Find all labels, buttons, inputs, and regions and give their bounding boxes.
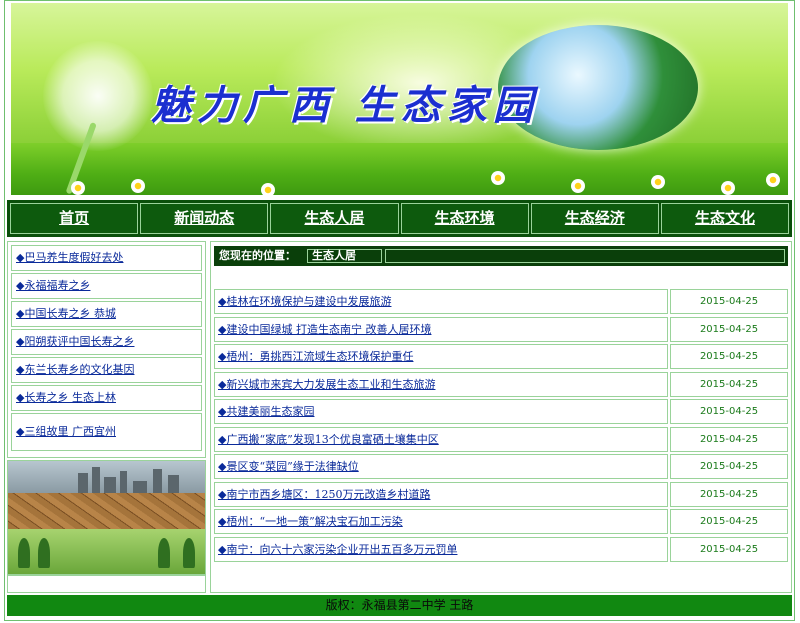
sidebar-links: ◆巴马养生度假好去处 ◆永福福寿之乡 ◆中国长寿之乡 恭城 ◆阳朔获评中国长寿之… bbox=[7, 241, 206, 458]
nav-eco-economy[interactable]: 生态经济 bbox=[530, 203, 659, 234]
sidebar-link[interactable]: ◆阳朔获评中国长寿之乡 bbox=[11, 329, 202, 355]
news-title-link[interactable]: ◆广西搬“家底”发现13个优良富硒土壤集中区 bbox=[214, 426, 668, 452]
dandelion-image bbox=[43, 41, 153, 151]
news-row: ◆广西搬“家底”发现13个优良富硒土壤集中区 2015-04-25 bbox=[214, 426, 788, 452]
nav-eco-culture[interactable]: 生态文化 bbox=[660, 203, 790, 234]
news-row: ◆桂林在环境保护与建设中发展旅游 2015-04-25 bbox=[214, 289, 788, 314]
nav-news[interactable]: 新闻动态 bbox=[140, 203, 269, 234]
news-date: 2015-04-25 bbox=[670, 371, 788, 397]
news-title-link[interactable]: ◆新兴城市来宾大力发展生态工业和生态旅游 bbox=[214, 371, 668, 397]
news-date: 2015-04-25 bbox=[670, 344, 788, 369]
news-date: 2015-04-25 bbox=[670, 509, 788, 534]
news-date: 2015-04-25 bbox=[670, 426, 788, 452]
field-photo bbox=[8, 529, 205, 574]
news-row: ◆新兴城市来宾大力发展生态工业和生态旅游 2015-04-25 bbox=[214, 371, 788, 397]
daisy-icon bbox=[651, 175, 665, 189]
news-row: ◆建设中国绿城 打造生态南宁 改善人居环境 2015-04-25 bbox=[214, 316, 788, 342]
news-row: ◆梧州：勇挑西江流域生态环境保护重任 2015-04-25 bbox=[214, 344, 788, 369]
location-bar: 您现在的位置： 生态人居 bbox=[214, 246, 788, 266]
news-title-link[interactable]: ◆桂林在环境保护与建设中发展旅游 bbox=[214, 289, 668, 314]
sidebar-link[interactable]: ◆三组故里 广西宜州 bbox=[11, 413, 202, 451]
news-title-link[interactable]: ◆南宁市西乡塘区：1250万元改造乡村道路 bbox=[214, 481, 668, 507]
nav-eco-living[interactable]: 生态人居 bbox=[270, 203, 399, 234]
sidebar-link[interactable]: ◆中国长寿之乡 恭城 bbox=[11, 301, 202, 327]
location-value: 生态人居 bbox=[307, 249, 382, 263]
news-row: ◆梧州：“一地一策”解决宝石加工污染 2015-04-25 bbox=[214, 509, 788, 534]
daisy-icon bbox=[131, 179, 145, 193]
banner-title: 魅力广西 生态家园 bbox=[151, 82, 539, 129]
footer-copyright: 版权：永福县第二中学 王路 bbox=[7, 595, 792, 616]
news-row: ◆南宁市西乡塘区：1250万元改造乡村道路 2015-04-25 bbox=[214, 481, 788, 507]
news-date: 2015-04-25 bbox=[670, 536, 788, 562]
location-filler bbox=[385, 249, 785, 263]
city-photo bbox=[8, 461, 205, 493]
news-title-link[interactable]: ◆南宁：向六十六家污染企业开出五百多万元罚单 bbox=[214, 536, 668, 562]
sidebar-link[interactable]: ◆长寿之乡 生态上林 bbox=[11, 385, 202, 411]
news-title-link[interactable]: ◆梧州：勇挑西江流域生态环境保护重任 bbox=[214, 344, 668, 369]
banner-grass bbox=[11, 143, 788, 195]
daisy-icon bbox=[571, 179, 585, 193]
main-content: 您现在的位置： 生态人居 ◆桂林在环境保护与建设中发展旅游 2015-04-25… bbox=[210, 241, 792, 593]
news-title-link[interactable]: ◆共建美丽生态家园 bbox=[214, 399, 668, 424]
location-label: 您现在的位置： bbox=[219, 249, 296, 262]
news-row: ◆共建美丽生态家园 2015-04-25 bbox=[214, 399, 788, 424]
news-date: 2015-04-25 bbox=[670, 316, 788, 342]
news-date: 2015-04-25 bbox=[670, 454, 788, 479]
news-date: 2015-04-25 bbox=[670, 481, 788, 507]
news-title-link[interactable]: ◆梧州：“一地一策”解决宝石加工污染 bbox=[214, 509, 668, 534]
daisy-icon bbox=[71, 181, 85, 195]
news-title-link[interactable]: ◆建设中国绿城 打造生态南宁 改善人居环境 bbox=[214, 316, 668, 342]
news-date: 2015-04-25 bbox=[670, 289, 788, 314]
news-date: 2015-04-25 bbox=[670, 399, 788, 424]
news-row: ◆南宁：向六十六家污染企业开出五百多万元罚单 2015-04-25 bbox=[214, 536, 788, 562]
nav-eco-environment[interactable]: 生态环境 bbox=[400, 203, 529, 234]
daisy-icon bbox=[261, 183, 275, 195]
sidebar-link[interactable]: ◆东兰长寿乡的文化基因 bbox=[11, 357, 202, 383]
sidebar-link[interactable]: ◆巴马养生度假好去处 bbox=[11, 245, 202, 271]
nav-home[interactable]: 首页 bbox=[10, 203, 139, 234]
sidebar-bottom-cell bbox=[7, 575, 206, 593]
dry-land-photo bbox=[8, 493, 205, 529]
sidebar-link[interactable]: ◆永福福寿之乡 bbox=[11, 273, 202, 299]
news-row: ◆景区变“菜园”缘于法律缺位 2015-04-25 bbox=[214, 454, 788, 479]
daisy-icon bbox=[766, 173, 780, 187]
sidebar-photo bbox=[7, 460, 206, 575]
header-banner: 魅力广西 生态家园 bbox=[11, 3, 788, 195]
daisy-icon bbox=[491, 171, 505, 185]
main-nav: 首页 新闻动态 生态人居 生态环境 生态经济 生态文化 bbox=[7, 200, 792, 237]
news-title-link[interactable]: ◆景区变“菜园”缘于法律缺位 bbox=[214, 454, 668, 479]
daisy-icon bbox=[721, 181, 735, 195]
news-list: ◆桂林在环境保护与建设中发展旅游 2015-04-25 ◆建设中国绿城 打造生态… bbox=[214, 289, 788, 564]
